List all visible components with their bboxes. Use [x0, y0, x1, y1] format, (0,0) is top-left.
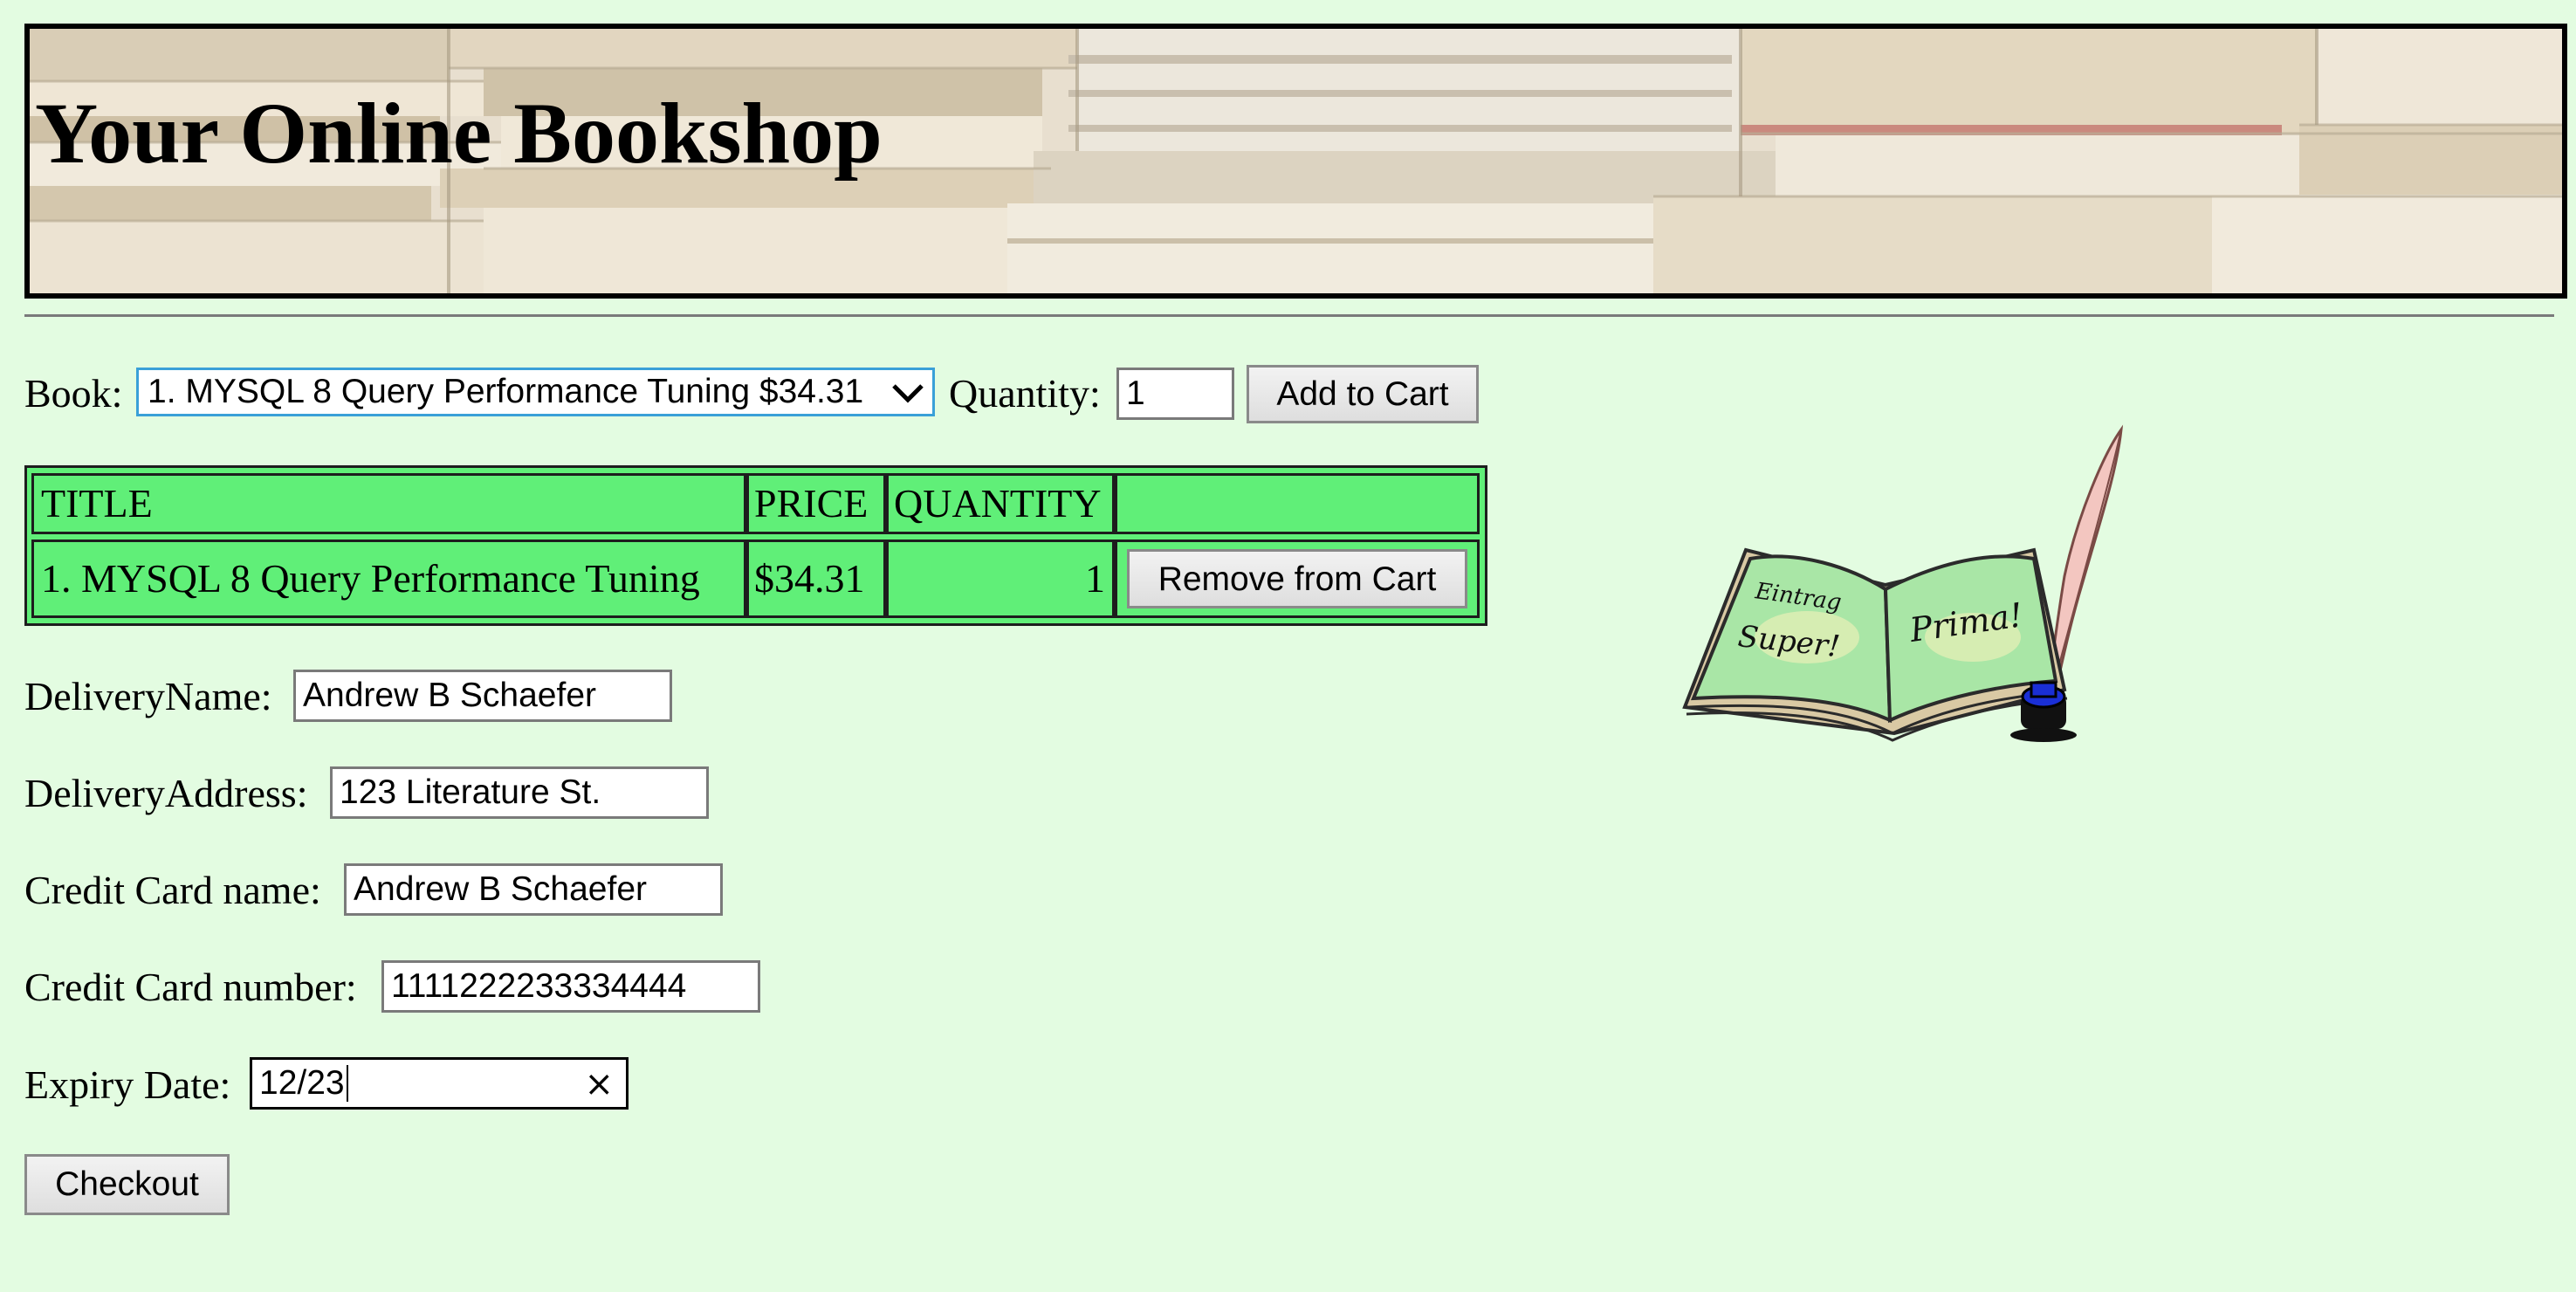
delivery-name-label: DeliveryName:	[24, 674, 272, 718]
book-select[interactable]: 1. MYSQL 8 Query Performance Tuning $34.…	[136, 368, 935, 416]
checkout-button[interactable]: Checkout	[24, 1154, 230, 1215]
cart-table: TITLE PRICE QUANTITY 1. MYSQL 8 Query Pe…	[24, 465, 1487, 626]
cart-header-price: PRICE	[746, 473, 886, 534]
delivery-name-value: Andrew B Schaefer	[303, 677, 597, 714]
bookshop-page: Your Online Bookshop Book: 1. MYSQL 8 Qu…	[0, 0, 2576, 1292]
add-to-cart-button[interactable]: Add to Cart	[1247, 365, 1479, 423]
chevron-down-icon	[892, 384, 924, 403]
delivery-name-input[interactable]: Andrew B Schaefer	[293, 670, 672, 722]
horizontal-divider	[24, 314, 2554, 317]
remove-from-cart-button[interactable]: Remove from Cart	[1127, 549, 1467, 608]
cc-number-input[interactable]: 1111222233334444	[381, 960, 760, 1013]
book-label: Book:	[24, 371, 123, 416]
expiry-date-label: Expiry Date:	[24, 1062, 231, 1107]
cart-cell-title: 1. MYSQL 8 Query Performance Tuning	[31, 539, 746, 618]
cart-header-quantity: QUANTITY	[886, 473, 1115, 534]
quantity-label: Quantity:	[949, 371, 1101, 416]
book-select-value: 1. MYSQL 8 Query Performance Tuning $34.…	[148, 373, 864, 410]
page-title: Your Online Bookshop	[35, 85, 883, 182]
expiry-date-input[interactable]: 12/23 ×	[250, 1057, 629, 1110]
clear-icon[interactable]: ×	[584, 1067, 614, 1102]
cc-number-label: Credit Card number:	[24, 965, 357, 1009]
header-banner: Your Online Bookshop	[24, 24, 2567, 299]
cc-name-label: Credit Card name:	[24, 868, 321, 912]
delivery-address-input[interactable]: 123 Literature St.	[330, 766, 709, 819]
cc-name-input[interactable]: Andrew B Schaefer	[344, 863, 723, 916]
text-cursor	[346, 1065, 348, 1102]
open-book-quill-icon: Eintrag Super! Prima!	[1682, 424, 2124, 742]
expiry-date-value: 12/23	[259, 1064, 345, 1102]
delivery-address-value: 123 Literature St.	[340, 773, 601, 811]
delivery-address-label: DeliveryAddress:	[24, 771, 308, 815]
cart-header-title: TITLE	[31, 473, 746, 534]
cart-cell-price: $34.31	[746, 539, 886, 618]
cart-header-action	[1115, 473, 1480, 534]
quantity-input-value: 1	[1126, 375, 1145, 412]
cc-number-value: 1111222233334444	[391, 967, 687, 1005]
quantity-input[interactable]: 1	[1116, 368, 1234, 420]
cart-cell-quantity: 1	[886, 539, 1115, 618]
cart-cell-action: Remove from Cart	[1115, 539, 1480, 618]
cc-name-value: Andrew B Schaefer	[354, 870, 648, 908]
